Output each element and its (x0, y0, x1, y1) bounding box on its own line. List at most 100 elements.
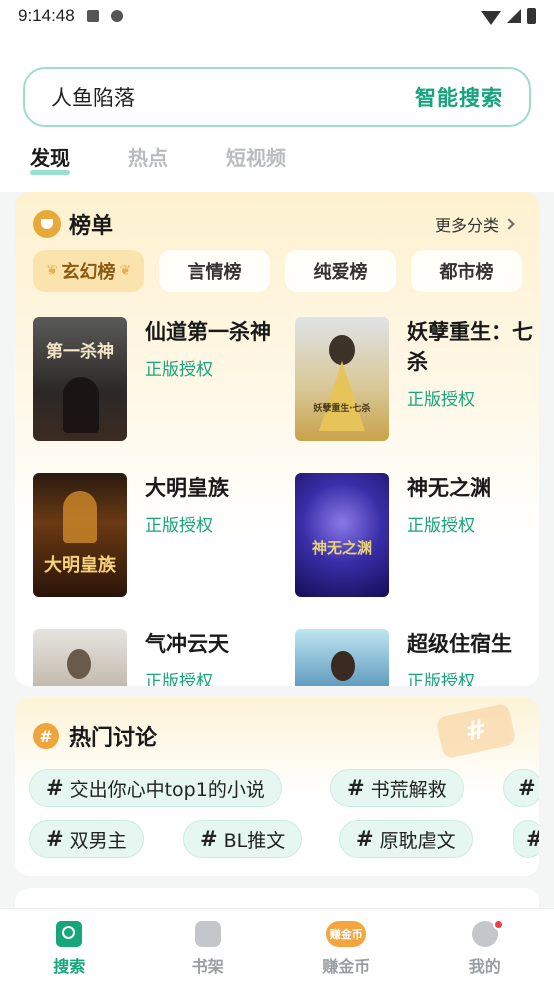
license-tag: 正版授权 (407, 516, 475, 536)
bottom-nav: 搜索 书架 赚金币 赚金币 我的 (0, 908, 554, 984)
more-categories-label: 更多分类 (434, 216, 499, 235)
ranking-category-tabs: 玄幻榜 言情榜 纯爱榜 都市榜 (33, 250, 522, 292)
category-romance[interactable]: 言情榜 (159, 250, 270, 292)
nav-earn-coins[interactable]: 赚金币 赚金币 (277, 909, 416, 984)
book-item[interactable]: 妖孽重生·七杀 妖孽重生：七杀 正版授权 (295, 317, 539, 441)
nav-bookshelf[interactable]: 书架 (139, 909, 278, 984)
coin-icon: 赚金币 (326, 921, 367, 947)
book-info: 妖孽重生：七杀 正版授权 (407, 317, 539, 441)
book-title: 大明皇族 (145, 476, 229, 500)
book-title: 神无之渊 (407, 476, 491, 500)
book-item[interactable]: 大明皇族 大明皇族 正版授权 (33, 473, 285, 597)
notification-icon (110, 10, 123, 22)
license-tag: 正版授权 (145, 672, 213, 686)
hash-icon: # (347, 776, 365, 800)
book-item[interactable]: 神无之渊 神无之渊 正版授权 (295, 473, 539, 597)
hash-icon: # (33, 723, 59, 749)
book-cover[interactable]: 神无之渊 (295, 473, 389, 597)
ranking-card: 榜单 更多分类 玄幻榜 言情榜 纯爱榜 都市榜 第一杀神 仙道第一杀神 正版授权 (15, 192, 539, 686)
signal-icon (507, 9, 521, 23)
hot-tag[interactable]: # 交出你心中top1的小说 (29, 769, 282, 807)
nav-label: 赚金币 (322, 957, 371, 976)
accessibility-icon (86, 10, 99, 22)
license-tag: 正版授权 (407, 390, 475, 410)
hash-icon: # (46, 827, 64, 851)
book-cover[interactable] (33, 629, 127, 686)
hot-tag-label: 书荒解救 (370, 778, 447, 801)
hot-header: # 热门讨论 (33, 720, 157, 752)
cover-figure (63, 491, 97, 543)
tab-bar: 发现 热点 短视频 (30, 142, 286, 177)
cover-title: 神无之渊 (311, 539, 372, 557)
license-tag: 正版授权 (407, 672, 475, 686)
hash-icon: # (356, 827, 374, 851)
tab-discover[interactable]: 发现 (30, 142, 70, 177)
hot-tag[interactable]: # 双男主 (29, 820, 144, 858)
hot-tag-label: 原耽虐文 (379, 829, 456, 852)
tab-short-video[interactable]: 短视频 (226, 142, 286, 177)
book-title: 气冲云天 (145, 632, 229, 656)
cover-figure (331, 651, 355, 681)
category-label: 玄幻榜 (61, 262, 116, 283)
cover-robe (319, 361, 365, 431)
nav-label: 搜索 (53, 957, 86, 976)
ranking-title: 榜单 (69, 214, 114, 239)
ranking-header: 榜单 (33, 208, 113, 240)
more-categories-link[interactable]: 更多分类 (434, 212, 515, 236)
nav-search[interactable]: 搜索 (0, 909, 139, 984)
notification-dot (493, 919, 504, 930)
hot-tag-overflow[interactable]: # (513, 820, 539, 858)
search-box[interactable]: 人鱼陷落 智能搜索 (23, 67, 531, 127)
book-info: 超级住宿生 正版授权 (407, 629, 539, 686)
search-input[interactable]: 人鱼陷落 (51, 82, 135, 112)
license-tag: 正版授权 (145, 360, 213, 380)
book-item[interactable]: 气冲云天 正版授权 (33, 629, 285, 686)
top-area: 人鱼陷落 智能搜索 发现 热点 短视频 (0, 32, 554, 192)
hot-tag-overflow[interactable]: # (503, 769, 539, 807)
book-info: 气冲云天 正版授权 (145, 629, 285, 686)
book-item[interactable]: 超级住宿生 正版授权 (295, 629, 539, 686)
hot-tag[interactable]: # 书荒解救 (330, 769, 464, 807)
category-fantasy[interactable]: 玄幻榜 (33, 250, 144, 292)
book-cover[interactable]: 妖孽重生·七杀 (295, 317, 389, 441)
book-cover[interactable]: 大明皇族 (33, 473, 127, 597)
hot-tag[interactable]: # BL推文 (183, 820, 303, 858)
hot-tag-label: BL推文 (223, 829, 286, 852)
hashtag-decoration-icon: # (435, 702, 517, 760)
cover-title: 第一杀神 (46, 342, 114, 362)
smart-search-button[interactable]: 智能搜索 (415, 82, 503, 112)
hot-tag-label: 双男主 (69, 829, 127, 852)
category-bl[interactable]: 纯爱榜 (285, 250, 396, 292)
cover-title: 大明皇族 (44, 555, 116, 576)
license-tag: 正版授权 (145, 516, 213, 536)
hot-tag-label: 交出你心中top1的小说 (69, 778, 265, 801)
category-urban[interactable]: 都市榜 (411, 250, 522, 292)
bookshelf-icon (194, 921, 221, 947)
search-icon (56, 921, 83, 947)
app-screen: 9:14:48 人鱼陷落 智能搜索 发现 热点 短视频 榜单 更多分类 玄幻 (0, 0, 554, 984)
hot-tag[interactable]: # 原耽虐文 (339, 820, 473, 858)
book-info: 大明皇族 正版授权 (145, 473, 285, 597)
book-info: 神无之渊 正版授权 (407, 473, 539, 597)
nav-label: 我的 (468, 957, 501, 976)
cover-figure (329, 335, 355, 365)
chevron-right-icon (503, 218, 515, 230)
book-title: 超级住宿生 (407, 632, 512, 656)
status-bar: 9:14:48 (0, 0, 554, 32)
cover-figure (67, 649, 91, 679)
nav-label: 书架 (191, 957, 224, 976)
cover-figure (63, 377, 99, 433)
book-cover[interactable] (295, 629, 389, 686)
book-item[interactable]: 第一杀神 仙道第一杀神 正版授权 (33, 317, 285, 441)
hot-discussion-card: # 热门讨论 # # 交出你心中top1的小说 # 书荒解救 # # 双男主 # BL推… (15, 698, 539, 876)
hash-icon: # (518, 776, 536, 800)
nav-profile[interactable]: 我的 (416, 909, 554, 984)
cover-title: 妖孽重生·七杀 (313, 404, 371, 414)
book-title: 妖孽重生：七杀 (407, 320, 533, 374)
book-title: 仙道第一杀神 (145, 320, 271, 344)
hot-title: 热门讨论 (69, 726, 158, 751)
book-cover[interactable]: 第一杀神 (33, 317, 127, 441)
tab-hot[interactable]: 热点 (128, 142, 168, 177)
hash-icon: # (46, 776, 64, 800)
book-info: 仙道第一杀神 正版授权 (145, 317, 285, 441)
